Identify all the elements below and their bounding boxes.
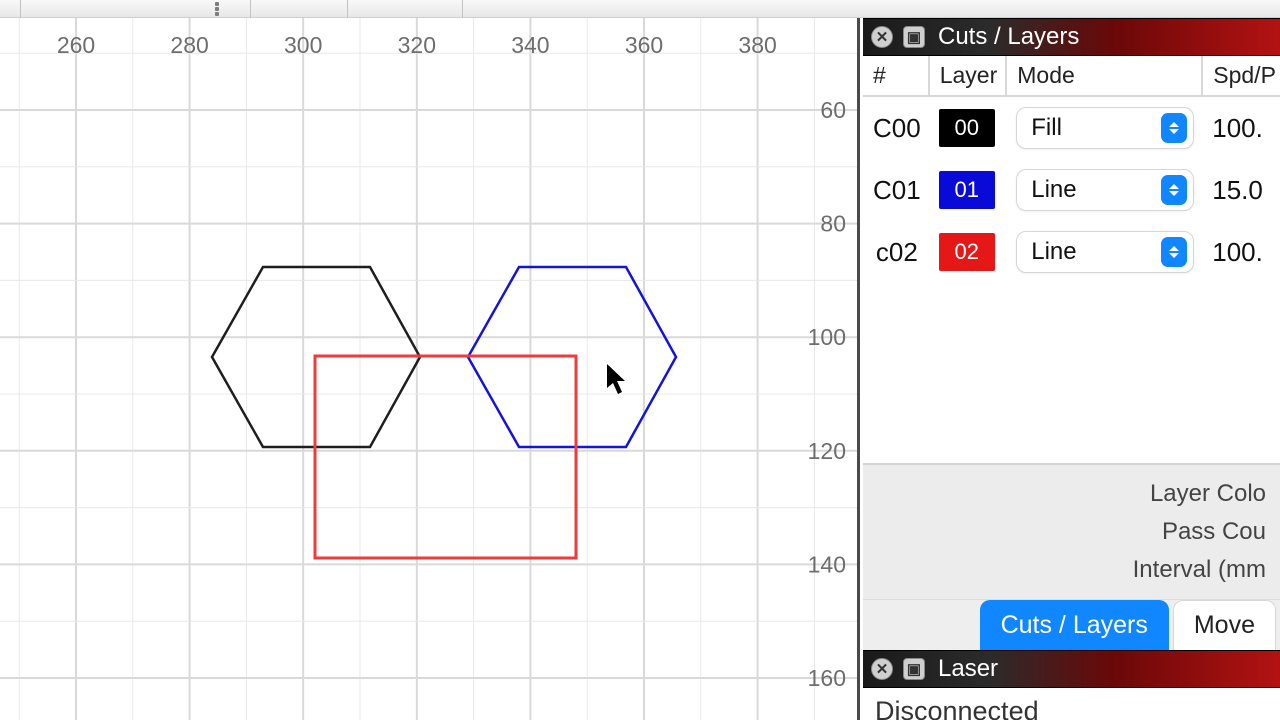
mode-select[interactable]: Line bbox=[1016, 169, 1194, 211]
row-number: C01 bbox=[863, 159, 929, 221]
close-icon[interactable]: ✕ bbox=[871, 658, 893, 680]
row-swatch-cell: 02 bbox=[929, 221, 1007, 283]
row-speed: 15.0 bbox=[1202, 159, 1280, 221]
shape-rectangle-red[interactable] bbox=[315, 356, 576, 558]
cuts-panel: # Layer Mode Spd/P C00 00 Fill 100. C01 … bbox=[863, 56, 1280, 650]
stepper-icon[interactable] bbox=[1161, 175, 1187, 205]
table-row[interactable]: C00 00 Fill 100. bbox=[863, 96, 1280, 159]
mode-value: Fill bbox=[1031, 114, 1062, 142]
prop-pass-count-label: Pass Cou bbox=[863, 513, 1266, 551]
col-header-speed[interactable]: Spd/P bbox=[1202, 56, 1280, 96]
row-mode-cell: Fill bbox=[1006, 96, 1202, 159]
mode-value: Line bbox=[1031, 238, 1076, 266]
table-row[interactable]: c02 02 Line 100. bbox=[863, 221, 1280, 283]
ruler-horizontal: 260 280 300 320 340 360 380 bbox=[57, 32, 777, 58]
svg-text:80: 80 bbox=[820, 211, 846, 237]
layer-properties: Layer Colo Pass Cou Interval (mm bbox=[863, 463, 1280, 599]
detach-icon[interactable]: ▣ bbox=[903, 26, 925, 48]
row-mode-cell: Line bbox=[1006, 159, 1202, 221]
mode-select[interactable]: Line bbox=[1016, 231, 1194, 273]
laser-panel-header: ✕ ▣ Laser bbox=[863, 650, 1280, 688]
col-header-mode[interactable]: Mode bbox=[1006, 56, 1202, 96]
svg-text:280: 280 bbox=[170, 32, 208, 58]
row-speed: 100. bbox=[1202, 96, 1280, 159]
detach-icon[interactable]: ▣ bbox=[903, 658, 925, 680]
svg-text:60: 60 bbox=[820, 97, 846, 123]
svg-text:100: 100 bbox=[808, 324, 846, 350]
close-icon[interactable]: ✕ bbox=[871, 26, 893, 48]
top-toolbar bbox=[0, 0, 1280, 18]
panel-tabs: Cuts / Layers Move bbox=[863, 599, 1280, 650]
design-canvas[interactable]: 260 280 300 320 340 360 380 60 80 100 120 140 160 bbox=[0, 18, 860, 720]
row-speed: 100. bbox=[1202, 221, 1280, 283]
layer-swatch[interactable]: 01 bbox=[939, 171, 995, 209]
row-swatch-cell: 00 bbox=[929, 96, 1007, 159]
row-number: C00 bbox=[863, 96, 929, 159]
laser-panel-title: Laser bbox=[938, 655, 998, 683]
mode-select[interactable]: Fill bbox=[1016, 107, 1194, 149]
mode-value: Line bbox=[1031, 176, 1076, 204]
svg-text:380: 380 bbox=[738, 32, 776, 58]
svg-text:260: 260 bbox=[57, 32, 95, 58]
layer-swatch[interactable]: 00 bbox=[939, 109, 995, 147]
col-header-number[interactable]: # bbox=[863, 56, 929, 96]
cuts-panel-title: Cuts / Layers bbox=[938, 23, 1079, 51]
tab-cuts-layers[interactable]: Cuts / Layers bbox=[980, 600, 1169, 650]
stepper-icon[interactable] bbox=[1161, 113, 1187, 143]
col-header-layer[interactable]: Layer bbox=[929, 56, 1007, 96]
canvas-grid bbox=[0, 18, 860, 720]
svg-text:120: 120 bbox=[808, 438, 846, 464]
layer-swatch[interactable]: 02 bbox=[939, 233, 995, 271]
row-swatch-cell: 01 bbox=[929, 159, 1007, 221]
layers-table: # Layer Mode Spd/P C00 00 Fill 100. C01 … bbox=[863, 56, 1280, 283]
prop-layer-color-label: Layer Colo bbox=[863, 475, 1266, 513]
cuts-panel-header: ✕ ▣ Cuts / Layers bbox=[863, 18, 1280, 56]
laser-panel: Disconnected bbox=[863, 688, 1280, 720]
svg-text:140: 140 bbox=[808, 551, 846, 577]
prop-interval-label: Interval (mm bbox=[863, 551, 1266, 589]
table-row[interactable]: C01 01 Line 15.0 bbox=[863, 159, 1280, 221]
tab-move[interactable]: Move bbox=[1173, 600, 1276, 650]
stepper-icon[interactable] bbox=[1161, 237, 1187, 267]
svg-text:160: 160 bbox=[808, 665, 846, 691]
svg-text:300: 300 bbox=[284, 32, 322, 58]
row-mode-cell: Line bbox=[1006, 221, 1202, 283]
svg-text:320: 320 bbox=[398, 32, 436, 58]
svg-text:340: 340 bbox=[511, 32, 549, 58]
svg-text:360: 360 bbox=[625, 32, 663, 58]
row-number: c02 bbox=[863, 221, 929, 283]
laser-status: Disconnected bbox=[875, 696, 1039, 720]
